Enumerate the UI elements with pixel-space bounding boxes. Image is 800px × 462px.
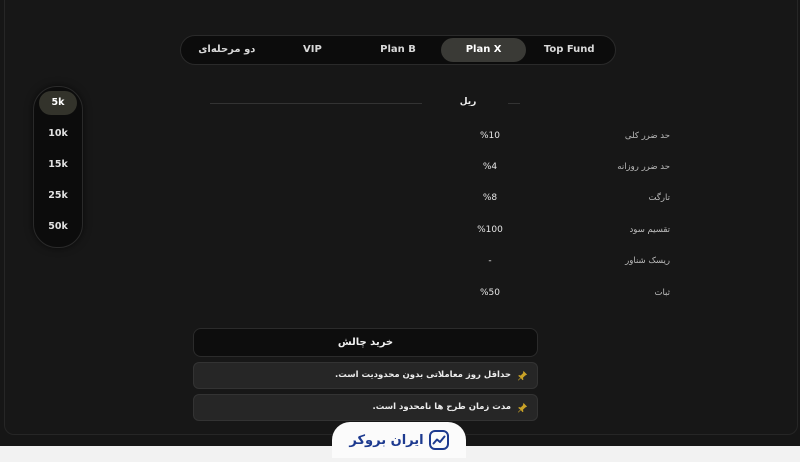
pin-icon [517,370,528,381]
size-option-50k[interactable]: 50k [39,215,77,239]
rule-value: %8 [482,193,498,203]
size-option-10k[interactable]: 10k [39,122,77,146]
rule-row: ثبات %50 [420,288,670,302]
rule-value: %50 [479,288,500,298]
tab-plan-b[interactable]: Plan B [355,38,441,62]
rule-label: حد ضرر کلی [624,131,670,141]
rule-label: حد ضرر روزانه [617,162,670,172]
note-text: حداقل روز معاملاتی بدون محدودیت است. [334,370,511,380]
size-option-5k[interactable]: 5k [39,91,77,115]
currency-label: ریل [459,97,477,107]
size-option-25k[interactable]: 25k [39,184,77,208]
rule-label: تارگت [648,193,670,203]
account-size-selector: 5k 10k 15k 25k 50k [33,86,83,248]
logo-text: ایران بروکر [349,432,424,448]
rule-row: تقسیم سود %100 [420,225,670,239]
rule-value: %10 [479,131,500,141]
buy-challenge-button[interactable]: خرید چالش [193,328,538,357]
tab-plan-x[interactable]: Plan X [440,38,527,62]
tab-top-fund[interactable]: Top Fund [526,38,612,62]
trend-chart-icon [428,430,449,450]
info-note: حداقل روز معاملاتی بدون محدودیت است. [193,362,538,389]
size-option-15k[interactable]: 15k [39,153,77,177]
note-text: مدت زمان طرح ها نامحدود است. [372,402,511,412]
rule-row: ریسک شناور - [420,256,670,270]
rule-row: حد ضرر کلی %10 [420,131,670,145]
rule-value: - [488,256,492,266]
tab-vip[interactable]: VIP [270,38,356,62]
rule-value: %100 [477,225,503,235]
rule-row: حد ضرر روزانه %4 [420,162,670,176]
divider-line [508,103,520,104]
rule-value: %4 [482,162,498,172]
info-note: مدت زمان طرح ها نامحدود است. [193,394,538,421]
rule-row: تارگت %8 [420,193,670,207]
pin-icon [517,402,528,413]
divider-line [210,103,422,104]
rule-label: تقسیم سود [629,225,670,235]
plan-tabs: Top Fund Plan X Plan B VIP دو مرحله‌ای [180,35,616,65]
rule-label: ثبات [654,288,670,298]
rule-label: ریسک شناور [625,256,670,266]
tab-two-phase[interactable]: دو مرحله‌ای [184,38,270,62]
iran-broker-logo: ایران بروکر [332,422,466,458]
